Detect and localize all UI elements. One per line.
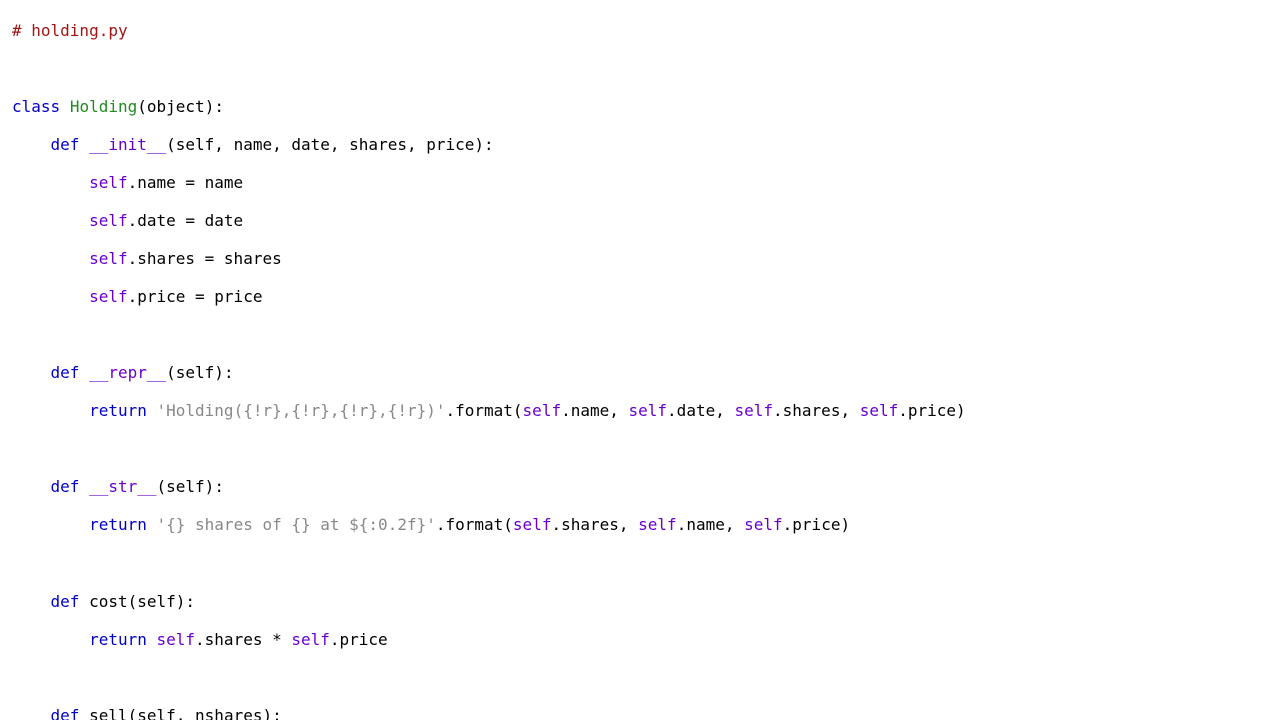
kw-class: class <box>12 97 60 116</box>
class-name: Holding <box>70 97 137 116</box>
kw-def: def <box>51 135 80 154</box>
method-sell: sell <box>89 706 128 720</box>
code-editor[interactable]: # holding.py class Holding(object): def … <box>0 0 1280 720</box>
comment-line: # holding.py <box>12 21 128 40</box>
method-cost: cost <box>89 592 128 611</box>
dunder-repr: __repr__ <box>89 363 166 382</box>
dunder-str: __str__ <box>89 477 156 496</box>
dunder-init: __init__ <box>89 135 166 154</box>
